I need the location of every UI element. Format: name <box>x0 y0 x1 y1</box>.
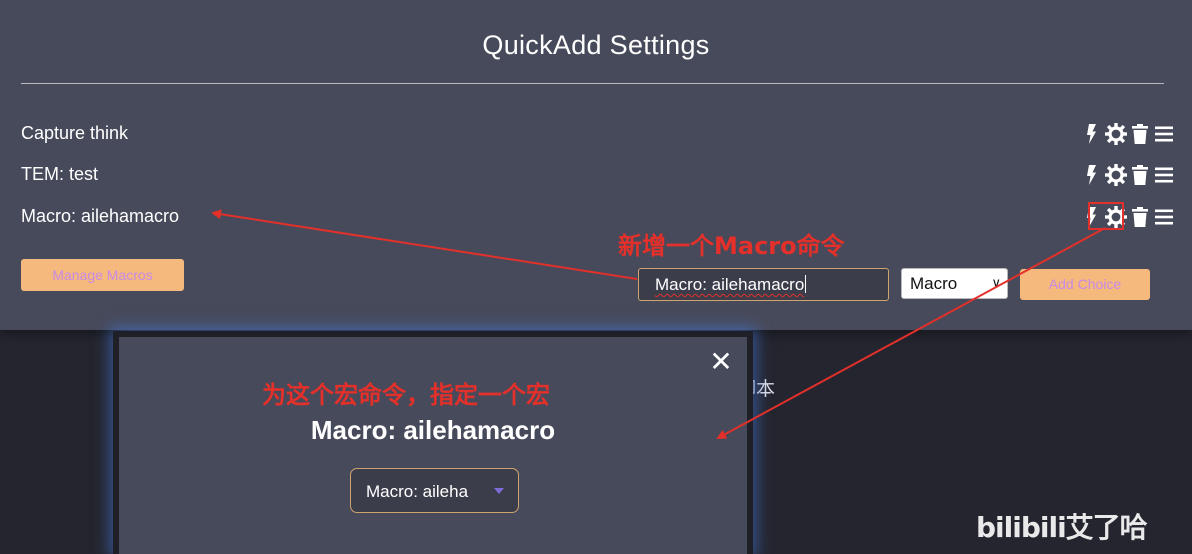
chevron-down-icon: ∨ <box>991 275 1001 290</box>
choice-actions <box>1081 164 1173 186</box>
manage-macros-button[interactable]: Manage Macros <box>21 259 184 291</box>
bolt-icon[interactable] <box>1081 164 1103 186</box>
annotation-assign-macro: 为这个宏命令，指定一个宏 <box>262 381 550 409</box>
choice-label: Macro: ailehamacro <box>21 206 180 226</box>
gear-icon[interactable] <box>1105 164 1127 186</box>
drag-handle-icon[interactable] <box>1153 164 1175 186</box>
choice-name-value: Macro: ailehamacro <box>655 275 805 294</box>
trash-icon[interactable] <box>1129 164 1151 186</box>
page-title: QuickAdd Settings <box>482 30 710 60</box>
macro-select[interactable]: Macro: aileha <box>350 468 519 513</box>
close-icon[interactable]: ✕ <box>708 348 734 376</box>
choice-row[interactable]: Capture think <box>21 119 1173 149</box>
choice-type-value: Macro <box>910 274 958 293</box>
choice-label: Capture think <box>21 123 129 143</box>
macro-select-value: Macro: aileha <box>366 482 469 501</box>
trash-icon[interactable] <box>1129 206 1151 228</box>
modal-title: Macro: ailehamacro <box>310 415 556 445</box>
annotation-new-macro: 新增一个Macro命令 <box>618 232 845 260</box>
gear-highlight-box <box>1088 202 1124 230</box>
choice-actions <box>1081 123 1173 145</box>
choice-name-input[interactable]: Macro: ailehamacro <box>638 268 889 301</box>
title-divider <box>21 83 1164 84</box>
gear-icon[interactable] <box>1105 123 1127 145</box>
caret-down-icon <box>494 488 504 494</box>
add-choice-button[interactable]: Add Choice <box>1020 269 1150 300</box>
choice-row[interactable]: TEM: test <box>21 160 1173 190</box>
bilibili-watermark: bilibili艾了哈 <box>976 511 1148 544</box>
text-caret <box>805 275 807 293</box>
choice-row[interactable]: Macro: ailehamacro <box>21 202 1173 232</box>
choice-type-select[interactable]: Macro ∨ <box>901 268 1008 299</box>
bolt-icon[interactable] <box>1081 123 1103 145</box>
choice-label: TEM: test <box>21 164 99 184</box>
drag-handle-icon[interactable] <box>1153 206 1175 228</box>
trash-icon[interactable] <box>1129 123 1151 145</box>
drag-handle-icon[interactable] <box>1153 123 1175 145</box>
